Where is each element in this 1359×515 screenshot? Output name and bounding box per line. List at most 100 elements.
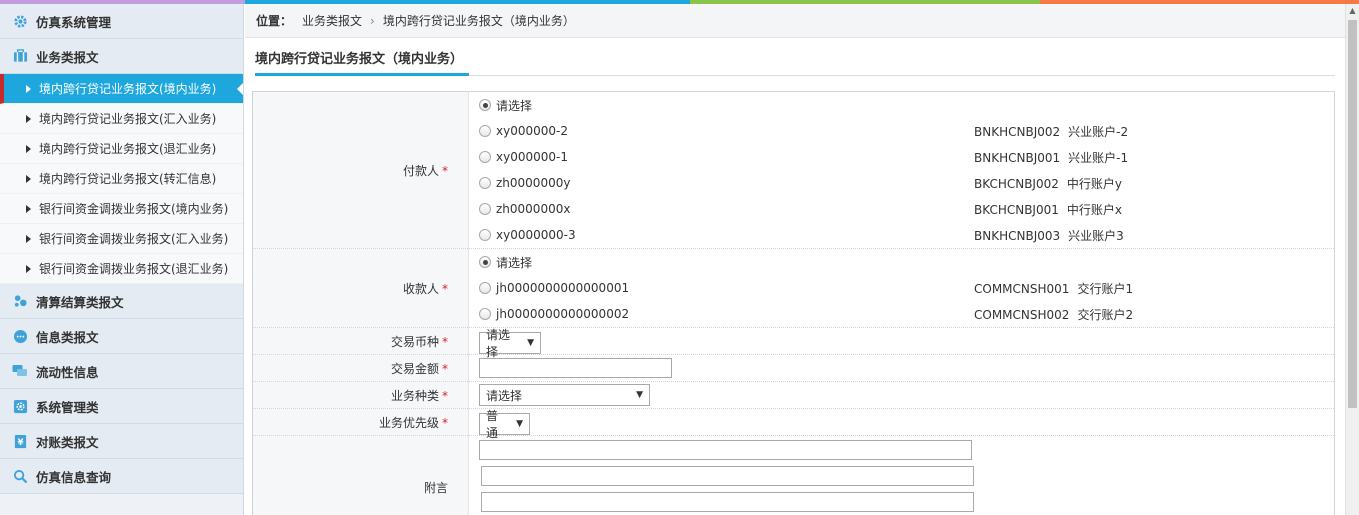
account-number: jh0000000000000002 bbox=[496, 307, 630, 321]
radio-button[interactable] bbox=[479, 256, 491, 268]
amount-label: 交易金额 bbox=[390, 361, 439, 376]
payer-option[interactable]: xy000000-1 BNKHCNBJ001 兴业账户-1 bbox=[479, 144, 1334, 170]
priority-label-cell: 业务优先级 * bbox=[252, 408, 469, 436]
page-title: 境内跨行贷记业务报文（境内业务） bbox=[255, 48, 470, 76]
required-mark: * bbox=[442, 415, 448, 430]
payer-option[interactable]: zh0000000x BKCHCNBJ001 中行账户x bbox=[479, 196, 1334, 222]
bank-code: COMMCNSH001 bbox=[974, 281, 1070, 296]
amount-input[interactable] bbox=[479, 358, 672, 378]
payer-option[interactable]: zh0000000y BKCHCNBJ002 中行账户y bbox=[479, 170, 1334, 196]
message-form: 付款人 * 请选择 xy000000-2 BNKHCNBJ002 兴业账户-2 xy… bbox=[252, 91, 1335, 515]
radio-button[interactable] bbox=[479, 177, 491, 189]
breadcrumb: 位置： 业务类报文 › 境内跨行贷记业务报文（境内业务） bbox=[245, 4, 1345, 38]
account-name: 兴业账户3 bbox=[1068, 228, 1124, 243]
sidebar-group-liquidity[interactable]: 流动性信息 bbox=[0, 354, 243, 389]
form-row-payer: 付款人 * 请选择 xy000000-2 BNKHCNBJ002 兴业账户-2 xy… bbox=[252, 91, 1335, 249]
payee-option[interactable]: jh0000000000000001 COMMCNSH001 交行账户1 bbox=[479, 275, 1334, 301]
radio-button[interactable] bbox=[479, 151, 491, 163]
required-mark: * bbox=[442, 361, 448, 376]
payee-option[interactable]: jh0000000000000002 COMMCNSH002 交行账户2 bbox=[479, 301, 1334, 327]
amount-label-cell: 交易金额 * bbox=[252, 354, 469, 382]
sidebar-group-business[interactable]: 业务类报文 bbox=[0, 39, 243, 74]
radio-button[interactable] bbox=[479, 229, 491, 241]
payee-label: 收款人 bbox=[402, 281, 439, 296]
form-row-currency: 交易币种 * 请选择 ▼ bbox=[252, 327, 1335, 359]
payer-option-none[interactable]: 请选择 bbox=[479, 92, 1334, 118]
scroll-thumb[interactable] bbox=[1348, 20, 1357, 408]
sidebar-group-label: 仿真信息查询 bbox=[36, 469, 112, 485]
radio-button[interactable] bbox=[479, 99, 491, 111]
option-label: 请选择 bbox=[496, 98, 533, 113]
gear-icon bbox=[12, 13, 28, 29]
sidebar-item-interbank-inbound[interactable]: 银行间资金调拨业务报文(汇入业务) bbox=[0, 224, 243, 254]
remark-cell bbox=[469, 436, 1335, 515]
sidebar: 仿真系统管理 业务类报文 境内跨行贷记业务报文(境内业务) 境内跨行贷记业务报文… bbox=[0, 4, 244, 515]
radio-button[interactable] bbox=[479, 203, 491, 215]
account-name: 兴业账户-1 bbox=[1068, 150, 1129, 165]
payer-option[interactable]: xy0000000-3 BNKHCNBJ003 兴业账户3 bbox=[479, 222, 1334, 248]
sidebar-group-info[interactable]: 信息类报文 bbox=[0, 319, 243, 354]
account-name: 兴业账户-2 bbox=[1068, 124, 1129, 139]
sidebar-item-domestic-credit-return[interactable]: 境内跨行贷记业务报文(退汇业务) bbox=[0, 134, 243, 164]
sidebar-group-label: 清算结算类报文 bbox=[36, 294, 124, 310]
account-number: xy0000000-3 bbox=[496, 228, 576, 242]
priority-cell: 普通 ▼ bbox=[468, 408, 1335, 440]
payer-label-cell: 付款人 * bbox=[252, 91, 469, 249]
sidebar-group-sim-query[interactable]: 仿真信息查询 bbox=[0, 459, 243, 494]
sidebar-item-domestic-credit-transfer[interactable]: 境内跨行贷记业务报文(转汇信息) bbox=[0, 164, 243, 194]
sidebar-item-label: 银行间资金调拨业务报文(境内业务) bbox=[39, 202, 229, 216]
account-number: xy000000-2 bbox=[496, 124, 568, 138]
sidebar-group-sys-mgmt[interactable]: 系统管理类 bbox=[0, 389, 243, 424]
currency-label: 交易币种 bbox=[390, 334, 439, 349]
payer-option[interactable]: xy000000-2 BNKHCNBJ002 兴业账户-2 bbox=[479, 118, 1334, 144]
form-row-biz-type: 业务种类 * 请选择 ▼ bbox=[252, 381, 1335, 409]
triangle-right-icon bbox=[26, 114, 31, 123]
bank-code: BNKHCNBJ002 bbox=[974, 124, 1061, 139]
breadcrumb-level2[interactable]: 境内跨行贷记业务报文（境内业务） bbox=[383, 12, 575, 29]
account-number: zh0000000y bbox=[496, 176, 571, 190]
bank-code: BNKHCNBJ003 bbox=[974, 228, 1061, 243]
account-name: 交行账户2 bbox=[1077, 307, 1134, 322]
remark-label: 附言 bbox=[423, 481, 448, 495]
sidebar-group-label: 仿真系统管理 bbox=[36, 14, 112, 30]
sidebar-group-label: 对账类报文 bbox=[36, 434, 99, 450]
priority-select[interactable]: 普通 ▼ bbox=[479, 409, 530, 440]
remark-input-1[interactable] bbox=[479, 440, 972, 460]
chat-icon bbox=[12, 328, 28, 344]
biz-type-label: 业务种类 bbox=[390, 388, 439, 403]
caret-down-icon: ▼ bbox=[636, 390, 643, 400]
breadcrumb-label: 位置： bbox=[256, 14, 293, 28]
currency-label-cell: 交易币种 * bbox=[252, 327, 469, 355]
sidebar-item-domestic-credit-inbound[interactable]: 境内跨行贷记业务报文(汇入业务) bbox=[0, 104, 243, 134]
breadcrumb-level1[interactable]: 业务类报文 bbox=[302, 12, 362, 29]
sidebar-item-domestic-credit-domestic[interactable]: 境内跨行贷记业务报文(境内业务) bbox=[0, 74, 243, 104]
remark-input-3[interactable] bbox=[481, 492, 974, 512]
caret-down-icon: ▼ bbox=[527, 338, 534, 348]
sidebar-group-label: 业务类报文 bbox=[36, 49, 99, 65]
triangle-right-icon bbox=[26, 144, 31, 153]
currency-cell: 请选择 ▼ bbox=[468, 327, 1335, 359]
sidebar-group-sim-admin[interactable]: 仿真系统管理 bbox=[0, 4, 243, 39]
radio-button[interactable] bbox=[479, 308, 491, 320]
priority-selected: 普通 bbox=[486, 409, 499, 440]
sidebar-item-interbank-return[interactable]: 银行间资金调拨业务报文(退汇业务) bbox=[0, 254, 243, 284]
sidebar-item-interbank-domestic[interactable]: 银行间资金调拨业务报文(境内业务) bbox=[0, 194, 243, 224]
sidebar-item-label: 境内跨行贷记业务报文(境内业务) bbox=[39, 82, 217, 96]
currency-select[interactable]: 请选择 ▼ bbox=[479, 328, 541, 359]
sidebar-group-reconcile[interactable]: ¥ 对账类报文 bbox=[0, 424, 243, 459]
form-row-priority: 业务优先级 * 普通 ▼ bbox=[252, 408, 1335, 440]
account-number: zh0000000x bbox=[496, 202, 571, 216]
radio-button[interactable] bbox=[479, 282, 491, 294]
triangle-right-icon bbox=[26, 204, 31, 213]
payee-option-none[interactable]: 请选择 bbox=[479, 249, 1334, 275]
remark-input-2[interactable] bbox=[481, 466, 974, 486]
svg-text:¥: ¥ bbox=[17, 436, 23, 446]
sidebar-item-label: 境内跨行贷记业务报文(退汇业务) bbox=[39, 142, 217, 156]
payee-label-cell: 收款人 * bbox=[252, 248, 469, 328]
vertical-scrollbar[interactable]: ▲ bbox=[1345, 4, 1359, 515]
biz-type-select[interactable]: 请选择 ▼ bbox=[479, 384, 650, 406]
sidebar-group-clearing[interactable]: 清算结算类报文 bbox=[0, 284, 243, 319]
scroll-up-arrow-icon[interactable]: ▲ bbox=[1346, 4, 1359, 18]
form-row-payee: 收款人 * 请选择 jh0000000000000001 COMMCNSH001 交… bbox=[252, 248, 1335, 328]
radio-button[interactable] bbox=[479, 125, 491, 137]
